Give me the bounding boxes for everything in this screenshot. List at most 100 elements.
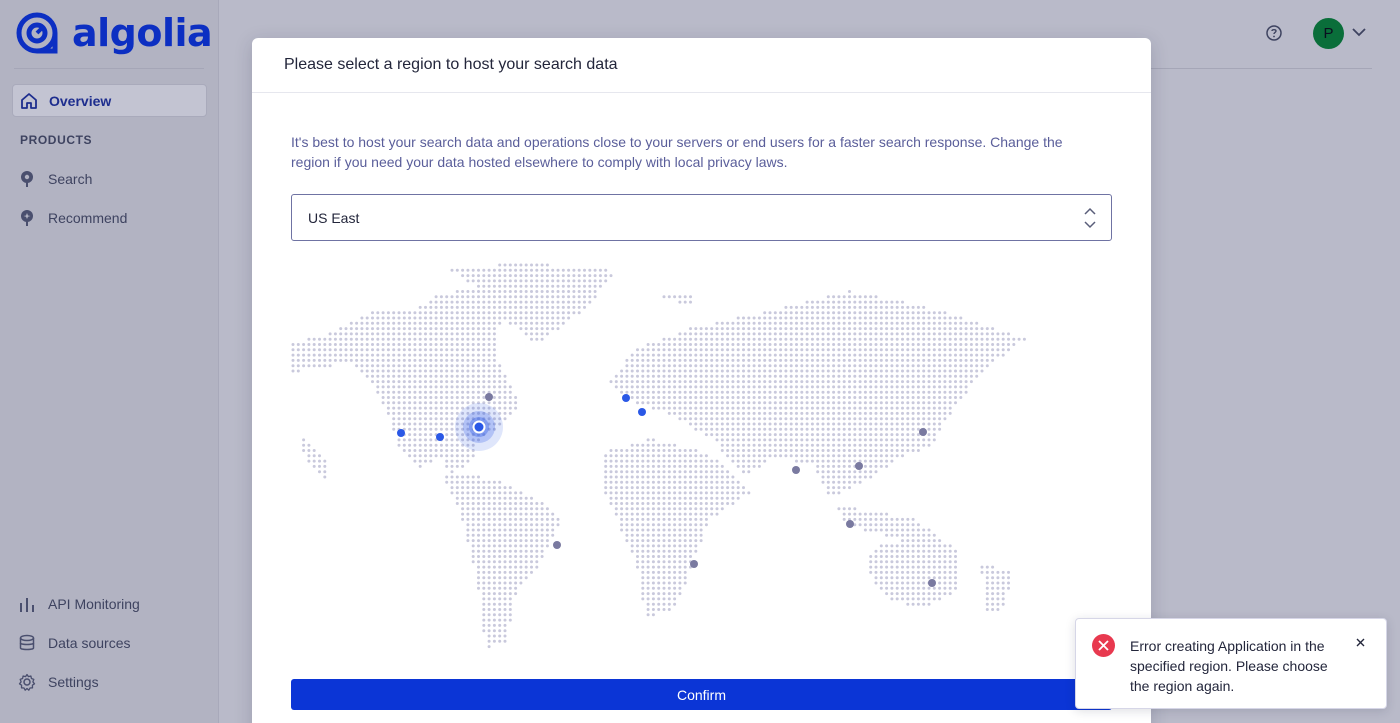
region-marker-us-west[interactable] xyxy=(397,429,405,437)
map-dot xyxy=(805,422,809,426)
map-dot xyxy=(853,475,857,479)
map-dot xyxy=(991,570,995,574)
map-dot xyxy=(466,486,470,490)
map-dot xyxy=(604,464,608,468)
map-dot xyxy=(710,332,714,336)
map-dot xyxy=(360,327,364,331)
close-icon[interactable] xyxy=(1353,635,1367,649)
map-dot xyxy=(731,502,735,505)
map-dot xyxy=(715,353,719,357)
map-dot xyxy=(614,486,618,490)
map-dot xyxy=(901,427,904,431)
sidebar-item-overview[interactable]: Overview xyxy=(12,84,207,117)
region-marker-eu[interactable] xyxy=(638,408,646,416)
map-dot xyxy=(837,327,841,331)
chevron-down-icon[interactable] xyxy=(1352,27,1366,37)
map-dot xyxy=(408,348,412,352)
map-dot xyxy=(699,491,703,495)
map-dot xyxy=(869,512,873,516)
map-dot xyxy=(699,454,703,458)
region-marker-brazil[interactable] xyxy=(553,541,561,549)
map-dot xyxy=(657,475,661,479)
map-dot xyxy=(869,454,873,458)
map-dot xyxy=(646,390,650,394)
region-marker-canada[interactable] xyxy=(485,393,493,401)
map-dot xyxy=(863,316,867,320)
confirm-button[interactable]: Confirm xyxy=(291,679,1112,710)
map-dot xyxy=(800,305,804,309)
map-dot xyxy=(922,570,926,574)
map-dot xyxy=(503,629,507,633)
map-dot xyxy=(392,316,396,320)
map-dot xyxy=(657,549,661,553)
map-dot xyxy=(795,380,798,384)
map-dot xyxy=(869,327,873,331)
map-dot xyxy=(381,311,385,315)
region-marker-us-central[interactable] xyxy=(436,433,444,441)
map-dot xyxy=(413,369,417,373)
map-dot xyxy=(328,348,332,352)
region-marker-india[interactable] xyxy=(792,466,800,474)
sidebar-item-settings[interactable]: Settings xyxy=(18,673,99,691)
map-dot xyxy=(689,555,692,558)
map-dot xyxy=(545,311,549,315)
map-dot xyxy=(779,449,783,452)
map-dot xyxy=(530,305,533,309)
map-dot xyxy=(773,380,777,384)
map-dot xyxy=(429,433,433,437)
map-dot xyxy=(959,364,963,368)
map-dot xyxy=(879,544,883,548)
map-dot xyxy=(492,401,496,405)
map-dot xyxy=(916,321,920,325)
help-icon[interactable] xyxy=(1265,24,1283,42)
sidebar-item-recommend[interactable]: Recommend xyxy=(18,209,127,227)
region-marker-singapore[interactable] xyxy=(846,520,854,528)
region-marker-us-east-selected[interactable] xyxy=(472,420,486,434)
map-dot xyxy=(858,512,862,516)
map-dot xyxy=(869,316,873,320)
map-dot xyxy=(1001,592,1005,596)
map-dot xyxy=(715,502,719,505)
map-dot xyxy=(636,517,639,521)
map-dot xyxy=(657,544,661,548)
user-avatar[interactable]: P xyxy=(1313,18,1344,49)
region-marker-uk[interactable] xyxy=(622,394,630,402)
map-dot xyxy=(657,608,661,611)
map-dot xyxy=(365,327,369,331)
algolia-logo[interactable]: algolia xyxy=(14,10,213,56)
map-dot xyxy=(842,433,846,437)
map-dot xyxy=(630,470,634,474)
map-dot xyxy=(954,560,957,564)
region-marker-south-africa[interactable] xyxy=(690,560,698,568)
map-dot xyxy=(911,364,915,368)
map-dot xyxy=(339,337,343,341)
map-dot xyxy=(901,337,904,341)
region-marker-japan[interactable] xyxy=(919,428,927,436)
map-dot xyxy=(477,586,480,590)
map-dot xyxy=(471,533,475,537)
map-dot xyxy=(938,597,942,601)
map-dot xyxy=(429,417,433,421)
map-dot xyxy=(312,449,316,452)
map-dot xyxy=(450,332,454,336)
map-dot xyxy=(678,411,682,415)
sidebar-item-api-monitoring[interactable]: API Monitoring xyxy=(18,595,140,613)
region-select[interactable]: US East xyxy=(291,194,1112,241)
map-dot xyxy=(726,502,730,505)
map-dot xyxy=(588,268,592,272)
map-dot xyxy=(646,555,650,558)
map-dot xyxy=(450,411,454,415)
map-dot xyxy=(651,364,655,368)
map-dot xyxy=(355,348,359,352)
map-dot xyxy=(376,390,380,394)
map-dot xyxy=(477,279,480,283)
sidebar-item-data-sources[interactable]: Data sources xyxy=(18,634,130,652)
map-dot xyxy=(355,343,359,346)
map-dot xyxy=(699,369,703,373)
region-marker-australia[interactable] xyxy=(928,579,936,587)
region-marker-hong-kong[interactable] xyxy=(855,462,863,470)
world-map[interactable] xyxy=(291,263,1031,653)
map-dot xyxy=(678,358,682,362)
sidebar-item-search[interactable]: Search xyxy=(18,170,92,188)
map-dot xyxy=(694,491,698,495)
